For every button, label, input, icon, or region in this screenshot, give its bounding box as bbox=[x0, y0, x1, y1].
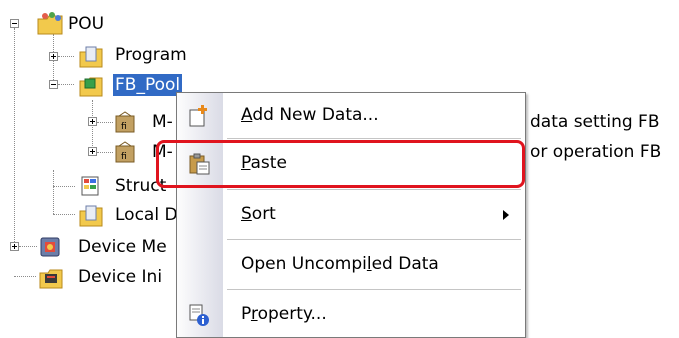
fb-item-icon: fi bbox=[115, 141, 135, 163]
tree-item-fb-2-suffix: or operation FB bbox=[530, 142, 662, 162]
menu-item-open-uncompiled-data[interactable]: Open Uncompiled Data bbox=[177, 244, 525, 284]
menu-item-property[interactable]: Property... bbox=[177, 294, 525, 334]
tree-item-device-init[interactable]: Device Ini bbox=[78, 266, 162, 288]
menu-separator bbox=[227, 239, 521, 240]
svg-text:fi: fi bbox=[121, 152, 127, 162]
fb-item2-expand-toggle[interactable] bbox=[88, 147, 97, 156]
folder-pou-icon bbox=[37, 12, 63, 35]
property-icon bbox=[189, 304, 209, 326]
folder-fb-pool-icon bbox=[79, 77, 103, 97]
tree-item-program[interactable]: Program bbox=[115, 44, 187, 66]
tree-item-fb-pool[interactable]: FB_Pool bbox=[113, 74, 183, 96]
tree-item-fb-1[interactable]: M- bbox=[152, 111, 173, 133]
fb-pool-collapse-toggle[interactable] bbox=[49, 80, 58, 89]
menu-item-label: Open Uncompiled Data bbox=[241, 254, 439, 274]
fb-item-icon: fi bbox=[115, 111, 135, 133]
menu-item-label: Sort bbox=[241, 204, 276, 224]
device-memory-icon bbox=[40, 237, 60, 257]
menu-separator bbox=[227, 138, 521, 139]
device-memory-expand-toggle[interactable] bbox=[10, 242, 19, 251]
menu-separator bbox=[227, 289, 521, 290]
pou-collapse-toggle[interactable] bbox=[10, 19, 19, 28]
submenu-arrow-icon bbox=[503, 210, 509, 220]
folder-program-icon bbox=[79, 46, 103, 68]
fb-item1-expand-toggle[interactable] bbox=[88, 117, 97, 126]
menu-item-label: Add New Data... bbox=[241, 105, 379, 125]
menu-item-label: Property... bbox=[241, 304, 327, 324]
device-init-icon bbox=[39, 269, 63, 289]
paste-highlight-box bbox=[156, 140, 525, 188]
tree-item-device-memory[interactable]: Device Me bbox=[78, 236, 167, 258]
structured-data-icon bbox=[81, 176, 99, 196]
tree-item-pou[interactable]: POU bbox=[68, 13, 104, 35]
menu-separator bbox=[227, 189, 521, 190]
tree-item-local-device[interactable]: Local D bbox=[115, 204, 178, 226]
svg-text:fi: fi bbox=[121, 122, 127, 132]
menu-item-sort[interactable]: Sort bbox=[177, 194, 525, 234]
local-device-icon bbox=[79, 205, 103, 227]
program-expand-toggle[interactable] bbox=[49, 52, 58, 61]
tree-item-fb-1-suffix: data setting FB bbox=[530, 112, 660, 132]
menu-item-add-new-data[interactable]: Add New Data... bbox=[177, 95, 525, 135]
context-menu: Add New Data... Paste Sort Open Uncompil… bbox=[176, 92, 526, 338]
add-new-data-icon bbox=[189, 105, 207, 127]
